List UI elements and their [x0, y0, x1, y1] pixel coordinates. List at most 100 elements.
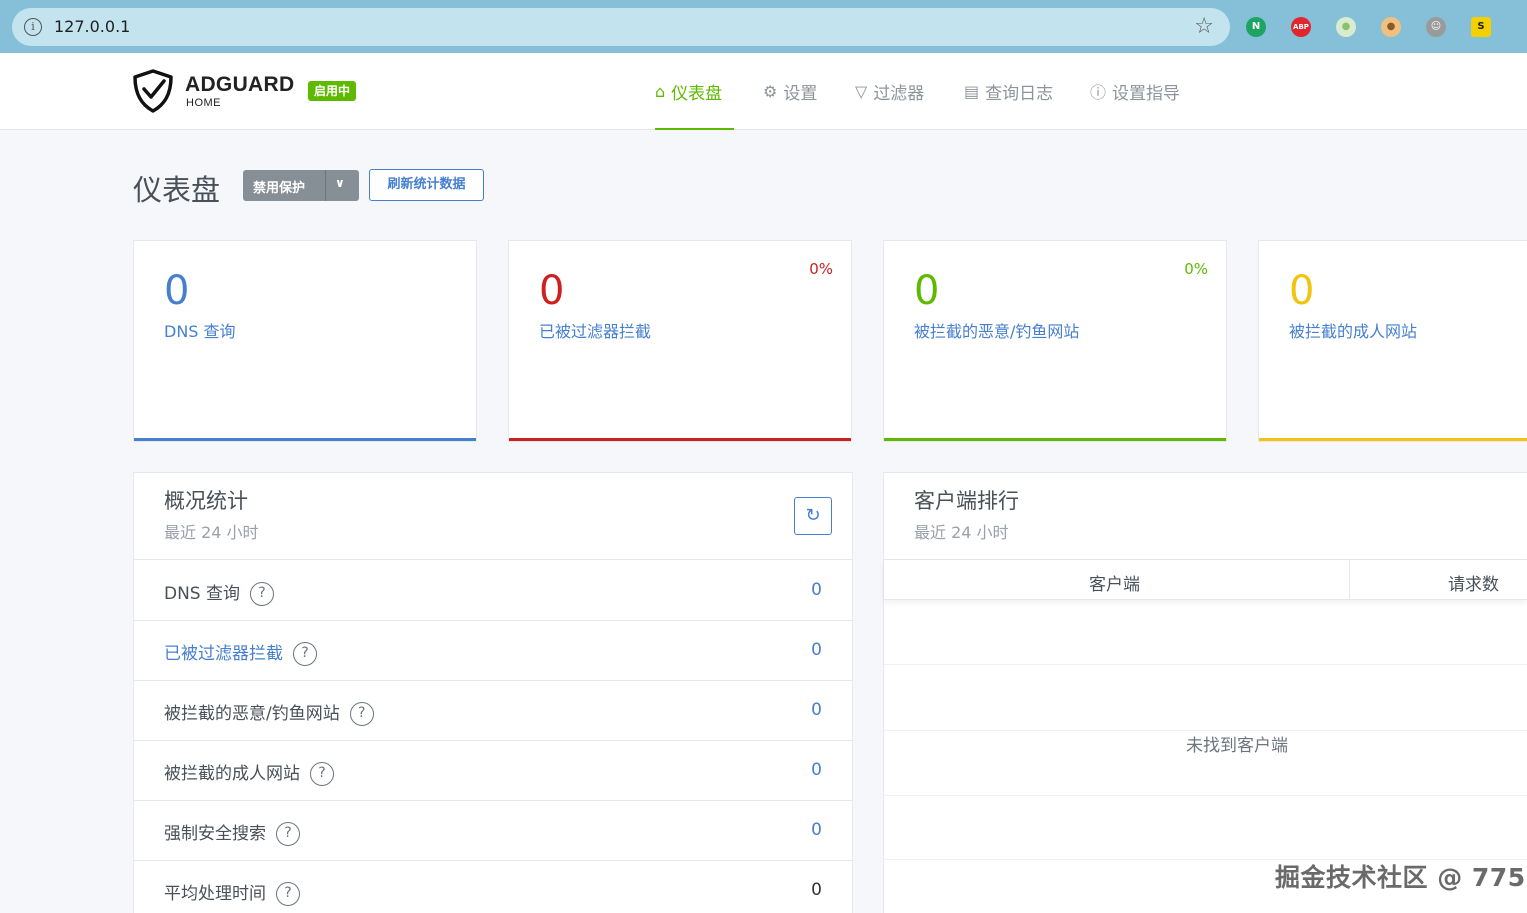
row-label-text: DNS 查询 [164, 584, 241, 604]
column-header-requests[interactable]: 请求数 [1448, 570, 1499, 595]
row-label: 被拦截的恶意/钓鱼网站? [164, 699, 374, 726]
row-label-text: 被拦截的成人网站 [164, 764, 300, 784]
stat-card-blocked-adult: 0 被拦截的成人网站 [1258, 240, 1527, 442]
circle-extension-icon[interactable]: ● [1336, 17, 1356, 37]
overview-row-blocked-filters: 已被过滤器拦截? 0 [134, 621, 852, 681]
stat-percent: 0% [1184, 260, 1208, 278]
active-nav-indicator [655, 128, 734, 130]
nav-filters[interactable]: ▽ 过滤器 [855, 80, 925, 104]
overview-row-blocked-adult: 被拦截的成人网站? 0 [134, 741, 852, 801]
adguard-shield-icon[interactable] [132, 69, 174, 113]
stat-label: 被拦截的成人网站 [1289, 322, 1418, 341]
help-icon[interactable]: ? [276, 882, 300, 906]
row-label: 平均处理时间? [164, 879, 300, 906]
top-clients-panel: 客户端排行 最近 24 小时 客户端 请求数 未找到客户端 [883, 472, 1527, 913]
row-label: 强制安全搜索? [164, 819, 300, 846]
overview-row-safe-search: 强制安全搜索? 0 [134, 801, 852, 861]
chevron-down-icon[interactable]: ∨ [335, 176, 345, 190]
help-icon[interactable]: ? [250, 582, 275, 606]
row-label: DNS 查询? [164, 579, 275, 606]
bookmark-star-icon[interactable]: ☆ [1194, 14, 1214, 40]
help-icon: ⓘ [1090, 83, 1107, 102]
overview-subtitle: 最近 24 小时 [164, 523, 259, 542]
column-divider [1349, 560, 1350, 600]
overview-panel: 概况统计 最近 24 小时 ↻ DNS 查询? 0 已被过滤器拦截? 0 被拦截… [133, 472, 853, 913]
row-value: 0 [811, 880, 822, 900]
help-icon[interactable]: ? [293, 642, 317, 666]
row-value: 0 [811, 580, 822, 600]
table-row-line [884, 664, 1527, 665]
overview-row-dns: DNS 查询? 0 [134, 561, 852, 621]
stat-bar [1259, 438, 1527, 441]
row-value: 0 [811, 820, 822, 840]
stat-bar [509, 438, 851, 441]
overview-title: 概况统计 [164, 489, 248, 513]
row-value: 0 [811, 700, 822, 720]
document-icon: ▤ [964, 81, 980, 101]
stat-bar [134, 438, 476, 441]
stat-card-dns-queries: 0 DNS 查询 [133, 240, 477, 442]
stat-card-blocked-malware: 0 被拦截的恶意/钓鱼网站 0% [883, 240, 1227, 442]
stat-label: 已被过滤器拦截 [539, 322, 652, 341]
stat-label: 被拦截的恶意/钓鱼网站 [914, 322, 1080, 341]
adblock-plus-icon[interactable]: ABP [1291, 17, 1311, 37]
row-label: 被拦截的成人网站? [164, 759, 334, 786]
overview-row-avg-time: 平均处理时间? 0 [134, 861, 852, 913]
stat-value: 0 [1289, 268, 1315, 314]
cookie-icon[interactable]: ● [1381, 17, 1401, 37]
stat-label: DNS 查询 [164, 322, 236, 341]
row-value: 0 [811, 640, 822, 660]
stat-value: 0 [164, 268, 190, 314]
stat-percent: 0% [809, 260, 833, 278]
app-header: ADGUARD HOME 启用中 ⌂ 仪表盘 ⚙ 设置 ▽ 过滤器 ▤ 查询日志… [0, 53, 1527, 130]
top-clients-title: 客户端排行 [914, 489, 1019, 513]
nav-settings-label: 设置 [783, 83, 818, 104]
row-label-text: 强制安全搜索 [164, 824, 266, 844]
help-icon[interactable]: ? [349, 702, 374, 726]
url-text[interactable]: 127.0.0.1 [54, 17, 130, 36]
no-clients-message: 未找到客户端 [1186, 731, 1288, 756]
gear-icon: ⚙ [763, 81, 778, 101]
stat-bar [884, 438, 1226, 441]
nav-settings[interactable]: ⚙ 设置 [763, 80, 818, 104]
watermark: 掘金技术社区 @ 775 [1275, 863, 1526, 892]
nav-setup-guide[interactable]: ⓘ 设置指导 [1090, 80, 1181, 104]
s-extension-icon[interactable]: S [1471, 17, 1491, 37]
nav-dashboard[interactable]: ⌂ 仪表盘 [655, 80, 723, 104]
nav-query-log-label: 查询日志 [985, 83, 1054, 104]
overview-row-blocked-malware: 被拦截的恶意/钓鱼网站? 0 [134, 681, 852, 741]
page-title: 仪表盘 [133, 173, 221, 207]
protection-status-badge: 启用中 [308, 81, 357, 101]
disable-protection-label: 禁用保护 [253, 181, 306, 196]
stat-value: 0 [914, 268, 940, 314]
filter-icon: ▽ [855, 81, 868, 101]
nav-setup-guide-label: 设置指导 [1112, 83, 1181, 104]
row-value: 0 [811, 760, 822, 780]
n-icon[interactable]: N [1246, 17, 1266, 37]
site-info-icon[interactable]: i [24, 18, 42, 36]
brand-name[interactable]: ADGUARD [185, 73, 294, 97]
stat-card-blocked-filters: 0 已被过滤器拦截 0% [508, 240, 852, 442]
brand-subtitle: HOME [186, 97, 221, 109]
row-label-text[interactable]: 已被过滤器拦截 [164, 644, 283, 664]
row-label-text: 被拦截的恶意/钓鱼网站 [164, 704, 340, 724]
clients-table-header: 客户端 请求数 [884, 560, 1527, 600]
help-icon[interactable]: ? [276, 822, 300, 846]
home-icon: ⌂ [655, 81, 666, 101]
nav-filters-label: 过滤器 [873, 83, 925, 104]
address-bar[interactable]: i 127.0.0.1 ☆ [12, 8, 1230, 46]
nav-query-log[interactable]: ▤ 查询日志 [964, 80, 1054, 104]
table-row-line [884, 795, 1527, 796]
row-label-text: 平均处理时间 [164, 884, 266, 904]
stat-value: 0 [539, 268, 565, 314]
monkey-icon[interactable]: ☺ [1426, 17, 1446, 37]
row-label[interactable]: 已被过滤器拦截? [164, 639, 317, 666]
browser-toolbar: i 127.0.0.1 ☆ N ABP ● ● ☺ S [0, 0, 1527, 53]
refresh-icon[interactable]: ↻ [794, 497, 832, 535]
column-header-client[interactable]: 客户端 [1089, 570, 1140, 595]
help-icon[interactable]: ? [310, 762, 334, 786]
nav-dashboard-label: 仪表盘 [671, 83, 723, 104]
disable-protection-button[interactable]: 禁用保护 ∨ [243, 170, 359, 201]
button-divider [325, 170, 326, 201]
refresh-stats-button[interactable]: 刷新统计数据 [369, 169, 484, 201]
